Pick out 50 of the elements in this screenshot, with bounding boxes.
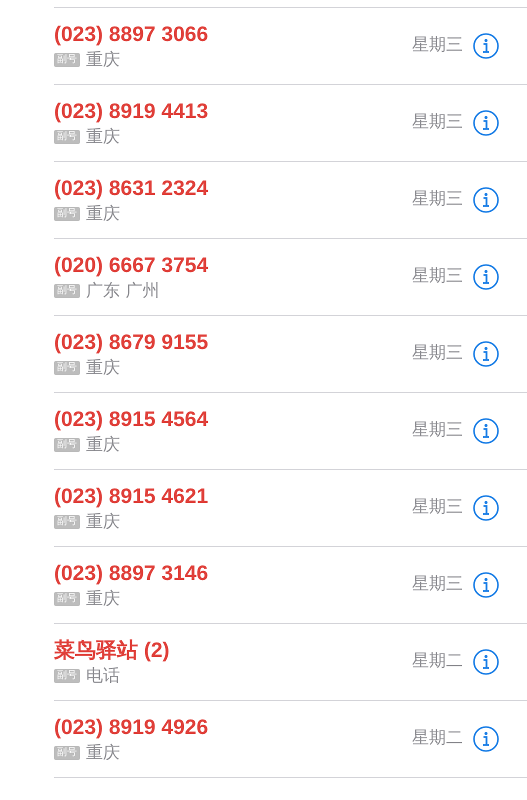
call-day: 星期二	[412, 726, 463, 752]
sim-badge: 副号	[54, 360, 80, 374]
info-icon[interactable]	[473, 572, 499, 598]
call-day: 星期二	[412, 649, 463, 675]
caller-location: 重庆	[86, 588, 120, 610]
caller-name: (023) 8919 4413	[54, 98, 208, 124]
caller-name: (023) 8679 9155	[54, 330, 208, 356]
caller-location: 重庆	[86, 48, 120, 70]
info-icon[interactable]	[473, 418, 499, 444]
caller-location: 重庆	[86, 434, 120, 456]
caller-location: 重庆	[86, 126, 120, 148]
caller-location: 重庆	[86, 742, 120, 764]
info-icon[interactable]	[473, 33, 499, 59]
caller-name: (023) 8897 3066	[54, 22, 208, 48]
sim-badge: 副号	[54, 284, 80, 298]
call-day: 星期三	[412, 264, 463, 290]
sim-badge: 副号	[54, 592, 80, 606]
sim-badge: 副号	[54, 668, 80, 682]
caller-name: (023) 8897 3146	[54, 560, 208, 586]
info-icon[interactable]	[473, 341, 499, 367]
sim-badge: 副号	[54, 130, 80, 144]
sim-badge: 副号	[54, 746, 80, 760]
sim-badge: 副号	[54, 206, 80, 220]
info-icon[interactable]	[473, 726, 499, 752]
caller-location: 广东 广州	[86, 280, 160, 302]
sim-badge: 副号	[54, 52, 80, 66]
call-day: 星期三	[412, 110, 463, 136]
caller-location: 重庆	[86, 510, 120, 532]
caller-name: (023) 8919 4926	[54, 714, 208, 740]
call-day: 星期三	[412, 187, 463, 213]
caller-name: (023) 8631 2324	[54, 176, 208, 202]
info-icon[interactable]	[473, 649, 499, 675]
caller-name: (023) 8915 4564	[54, 406, 208, 432]
info-icon[interactable]	[473, 110, 499, 136]
caller-name: 菜鸟驿站 (2)	[54, 638, 170, 664]
info-icon[interactable]	[473, 187, 499, 213]
info-icon[interactable]	[473, 264, 499, 290]
caller-name: (023) 8915 4621	[54, 484, 208, 510]
caller-location: 重庆	[86, 202, 120, 224]
caller-location: 重庆	[86, 356, 120, 378]
call-day: 星期三	[412, 418, 463, 444]
call-day: 星期三	[412, 341, 463, 367]
call-day: 星期三	[412, 33, 463, 59]
call-day: 星期三	[412, 495, 463, 521]
info-icon[interactable]	[473, 495, 499, 521]
call-day: 星期三	[412, 572, 463, 598]
caller-location: 电话	[86, 664, 120, 686]
sim-badge: 副号	[54, 438, 80, 452]
sim-badge: 副号	[54, 514, 80, 528]
caller-name: (020) 6667 3754	[54, 252, 208, 278]
